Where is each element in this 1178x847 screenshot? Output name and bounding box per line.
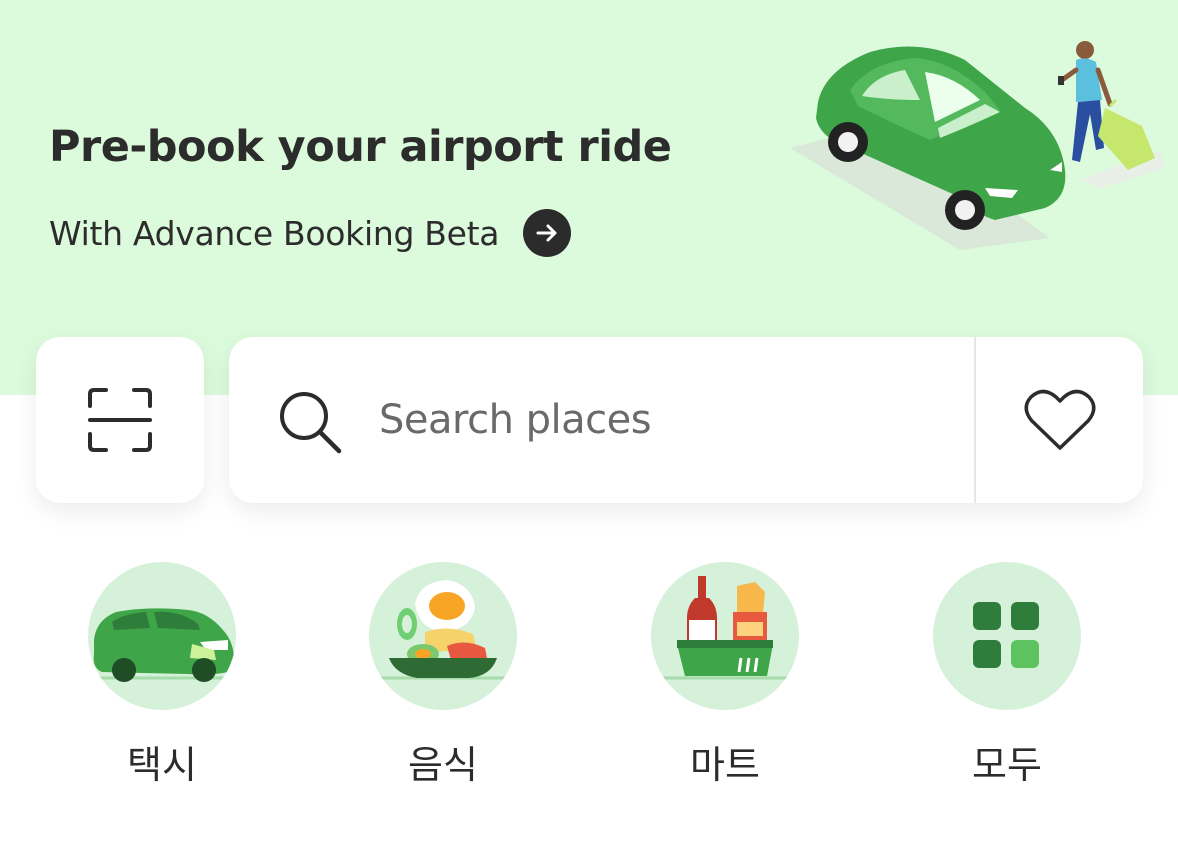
search-input[interactable] xyxy=(379,377,939,463)
grid-all-icon xyxy=(973,602,1039,668)
service-all[interactable]: 모두 xyxy=(926,560,1086,790)
promo-subtitle: With Advance Booking Beta xyxy=(49,213,500,253)
food-plate-icon xyxy=(377,580,509,680)
scan-icon xyxy=(88,388,152,452)
service-label: 마트 xyxy=(690,743,760,787)
service-mart[interactable]: 마트 xyxy=(644,560,804,790)
services-row: 택시 음식 마트 모두 xyxy=(0,560,1178,800)
service-icon-circle xyxy=(651,562,799,710)
service-label: 음식 xyxy=(408,743,478,787)
favorites-button[interactable] xyxy=(976,337,1143,503)
taxi-car-icon xyxy=(93,608,235,682)
service-food[interactable]: 음식 xyxy=(362,560,522,790)
scan-button[interactable] xyxy=(36,337,204,503)
service-icon-circle xyxy=(933,562,1081,710)
service-label: 모두 xyxy=(972,743,1042,787)
car-and-traveler-illustration xyxy=(790,41,1165,250)
search-bar xyxy=(229,337,1143,503)
service-icon-circle xyxy=(369,562,517,710)
search-icon xyxy=(280,392,342,454)
grocery-basket-icon xyxy=(659,576,791,680)
heart-icon xyxy=(1024,389,1095,450)
promo-link[interactable]: With Advance Booking Beta xyxy=(49,209,572,257)
service-icon-circle xyxy=(88,562,236,710)
promo-banner[interactable]: Pre-book your airport ride With Advance … xyxy=(0,0,1178,395)
service-taxi[interactable]: 택시 xyxy=(81,560,241,790)
promo-title: Pre-book your airport ride xyxy=(49,122,672,172)
service-label: 택시 xyxy=(127,743,197,787)
arrow-right-icon[interactable] xyxy=(523,209,572,257)
